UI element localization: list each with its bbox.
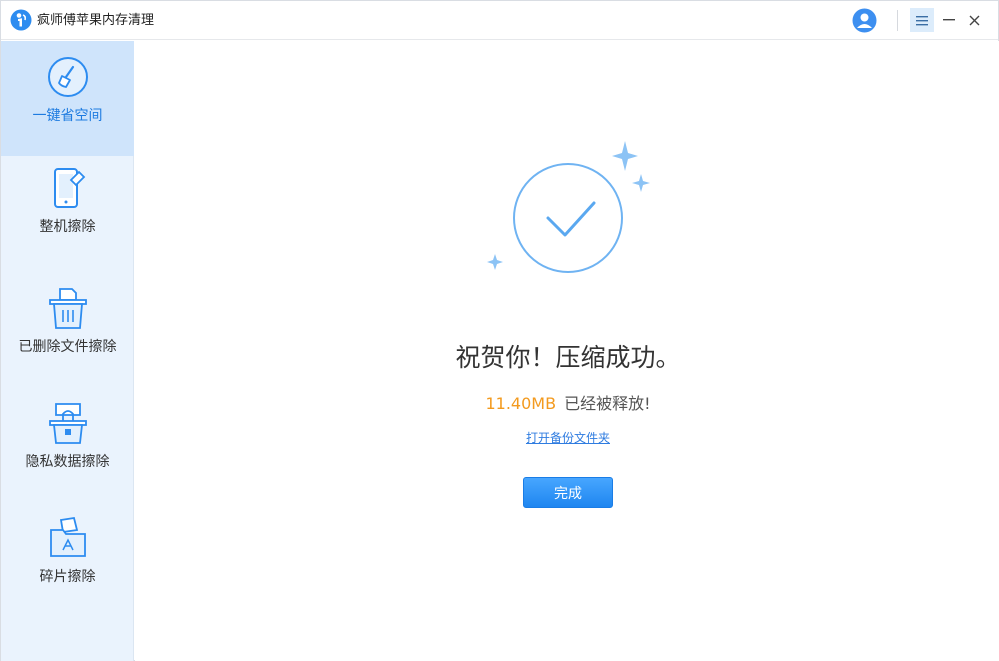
main-panel: 祝贺你！压缩成功。 11.40MB 已经被释放! 打开备份文件夹 完成 bbox=[135, 41, 999, 661]
app-logo-icon bbox=[10, 9, 32, 31]
sidebar-item-label: 已删除文件擦除 bbox=[18, 339, 117, 355]
freed-size: 11.40MB bbox=[485, 394, 557, 413]
sidebar-item-one-click-save[interactable]: 一键省空间 bbox=[1, 41, 134, 156]
phone-eraser-icon bbox=[46, 166, 90, 210]
freed-space-message: 11.40MB 已经被释放! bbox=[135, 393, 999, 415]
trash-file-icon bbox=[46, 286, 90, 330]
sidebar-item-full-erase[interactable]: 整机擦除 bbox=[1, 166, 134, 266]
close-icon bbox=[969, 15, 979, 25]
sidebar-item-privacy-erase[interactable]: 隐私数据擦除 bbox=[1, 401, 134, 511]
menu-button[interactable] bbox=[910, 8, 934, 32]
title-bar: 疯师傅苹果内存清理 bbox=[1, 1, 998, 40]
open-backup-folder-link[interactable]: 打开备份文件夹 bbox=[135, 430, 999, 447]
sidebar-item-label: 隐私数据擦除 bbox=[25, 454, 110, 470]
broom-icon bbox=[46, 55, 90, 99]
success-check-icon bbox=[487, 141, 650, 273]
done-button[interactable]: 完成 bbox=[523, 477, 613, 508]
app-window: 疯师傅苹果内存清理 一键省空间 整机擦除 已删除文件擦除 隐私数据擦除 碎片擦除… bbox=[0, 0, 999, 661]
user-avatar-icon[interactable] bbox=[852, 8, 877, 33]
minimize-icon bbox=[943, 19, 955, 21]
app-title: 疯师傅苹果内存清理 bbox=[37, 13, 155, 28]
sidebar-item-label: 整机擦除 bbox=[39, 219, 96, 235]
close-button[interactable] bbox=[964, 8, 984, 32]
titlebar-divider bbox=[897, 10, 898, 31]
freed-text: 已经被释放! bbox=[564, 394, 651, 413]
sidebar: 一键省空间 整机擦除 已删除文件擦除 隐私数据擦除 碎片擦除 bbox=[1, 41, 134, 661]
fragment-folder-icon bbox=[46, 516, 90, 560]
sidebar-item-label: 碎片擦除 bbox=[39, 569, 96, 585]
success-headline: 祝贺你！压缩成功。 bbox=[455, 343, 681, 372]
sidebar-item-fragment-erase[interactable]: 碎片擦除 bbox=[1, 516, 134, 626]
sidebar-item-deleted-files-erase[interactable]: 已删除文件擦除 bbox=[1, 286, 134, 396]
minimize-button[interactable] bbox=[939, 8, 959, 32]
hamburger-menu-icon bbox=[916, 15, 928, 25]
privacy-lock-icon bbox=[46, 401, 90, 445]
sidebar-item-label: 一键省空间 bbox=[32, 108, 103, 124]
